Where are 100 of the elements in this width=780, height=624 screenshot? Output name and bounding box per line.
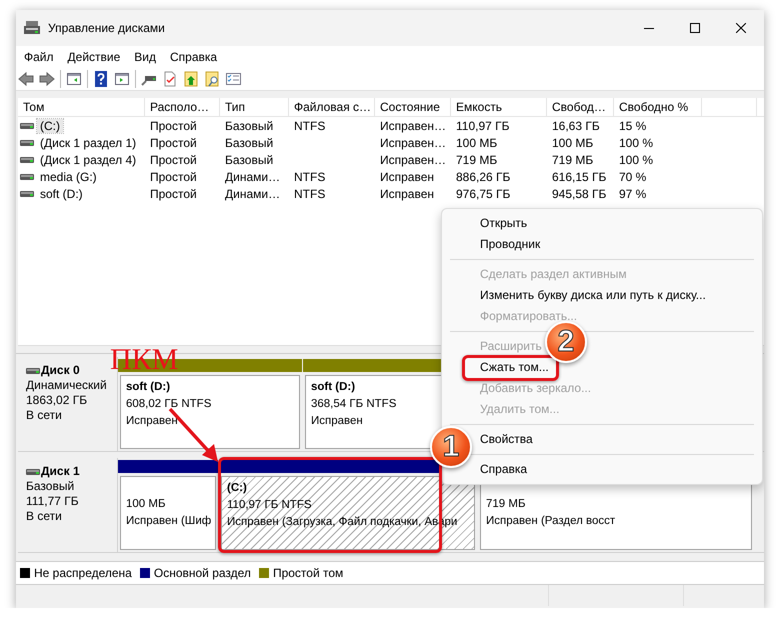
panel-icon[interactable]: [66, 71, 82, 87]
menu-item[interactable]: Сжать том...: [480, 360, 549, 375]
help-icon[interactable]: [93, 71, 109, 87]
table-cell-text: 110,97 ГБ: [455, 118, 511, 132]
menu-item[interactable]: Справка: [164, 48, 226, 66]
table-cell-text: Исправен…: [379, 118, 448, 132]
table-cell-text: Исправен…: [379, 152, 448, 166]
volume-name[interactable]: (C:): [37, 118, 63, 132]
table-cell-text: NTFS: [293, 118, 326, 132]
drive-icon: [20, 172, 34, 180]
volume-name[interactable]: (Диск 1 раздел 4): [37, 152, 140, 166]
disk-management-icon: [24, 21, 40, 35]
volume-name[interactable]: media (G:): [37, 170, 100, 184]
column-header[interactable]: Емкость: [451, 98, 547, 116]
column-header[interactable]: Свобод…: [547, 98, 614, 116]
menu-item[interactable]: Вид: [128, 48, 164, 66]
menu-item[interactable]: Проводник: [480, 237, 540, 252]
table-cell-text: 15 %: [618, 118, 648, 132]
disk-type: Базовый: [26, 479, 76, 494]
legend-label: Простой том: [272, 566, 344, 580]
table-cell-text: 719 МБ: [455, 152, 498, 166]
partition-size: 110,97 ГБ NTFS: [227, 498, 312, 513]
panel-icon[interactable]: [114, 71, 130, 87]
table-cell-text: 97 %: [618, 186, 648, 200]
table-cell-text: 16,63 ГБ: [551, 118, 601, 132]
forward-arrow-icon[interactable]: [39, 71, 55, 87]
partition-size: 719 МБ: [486, 497, 526, 512]
table-cell-text: Динами…: [224, 186, 282, 200]
partition-status: Исправен (Раздел восст: [486, 514, 616, 529]
table-cell-text: Простой: [149, 186, 198, 200]
table-cell-text: 100 %: [618, 152, 654, 166]
drive-icon: [20, 122, 34, 130]
disk-status: В сети: [26, 509, 63, 524]
partition-size: 608,02 ГБ NTFS: [126, 397, 212, 412]
table-cell-text: NTFS: [293, 186, 326, 200]
disk-name: Диск 1: [41, 464, 80, 479]
drive-icon: [20, 190, 34, 198]
disk-size: 111,77 ГБ: [26, 494, 80, 509]
volume-name[interactable]: (Диск 1 раздел 1): [37, 136, 140, 150]
partition-name: soft (D:): [311, 380, 356, 395]
partition-box[interactable]: 100 МБ Исправен (Шиф: [120, 476, 216, 550]
table-cell-text: 945,58 ГБ: [551, 186, 608, 200]
drive-icon: [26, 468, 40, 476]
table-cell-text: Простой: [149, 136, 198, 150]
close-icon: [736, 23, 746, 33]
column-header[interactable]: Файловая с…: [289, 98, 375, 116]
column-header[interactable]: Состояние: [375, 98, 451, 116]
column-header[interactable]: Свободно %: [614, 98, 702, 116]
legend-label: Не распределена: [34, 566, 132, 580]
column-header[interactable]: Тип: [220, 98, 289, 116]
drive-icon: [26, 366, 40, 374]
table-cell-text: Исправен: [379, 170, 436, 184]
partition-box[interactable]: soft (D:) 608,02 ГБ NTFS Исправен: [120, 375, 300, 449]
drive-icon: [20, 138, 34, 146]
partition-status: Исправен: [311, 414, 363, 429]
partition-size: 100 МБ: [126, 497, 166, 512]
maximize-icon: [690, 23, 700, 33]
table-cell-text: 100 %: [618, 136, 654, 150]
menu-item[interactable]: Свойства: [480, 432, 533, 447]
back-arrow-icon[interactable]: [18, 71, 34, 87]
checklist-icon[interactable]: [225, 71, 241, 87]
disk-size: 1863,02 ГБ: [26, 393, 88, 408]
table-cell-text: Базовый: [224, 118, 274, 132]
drive-icon: [20, 156, 34, 164]
document-check-icon[interactable]: [162, 71, 178, 87]
table-cell-text: Динами…: [224, 170, 282, 184]
table-cell-text: 616,15 ГБ: [551, 170, 608, 184]
partition-name: (C:): [227, 481, 247, 496]
volume-name[interactable]: soft (D:): [37, 186, 86, 200]
table-cell-text: Исправен: [379, 186, 436, 200]
column-header[interactable]: Том: [18, 98, 145, 116]
partition-status: Исправен: [126, 414, 178, 429]
table-cell-text: 886,26 ГБ: [455, 170, 512, 184]
table-cell-text: 100 МБ: [455, 136, 498, 150]
legend-label: Основной раздел: [154, 566, 251, 580]
partition-status: Исправен (Шиф: [126, 514, 212, 529]
table-cell-text: Исправен…: [379, 136, 448, 150]
menu-item[interactable]: Справка: [480, 462, 528, 477]
window-title: Управление дисками: [48, 21, 165, 35]
table-cell-text: Базовый: [224, 152, 274, 166]
partition-name: soft (D:): [126, 380, 170, 395]
menu-item[interactable]: Открыть: [480, 216, 528, 231]
partition-size: 368,54 ГБ NTFS: [311, 397, 396, 412]
menu-item[interactable]: Действие: [62, 48, 128, 66]
table-cell-text: Простой: [149, 118, 198, 132]
page-magnifier-icon[interactable]: [204, 71, 220, 87]
disk-name: Диск 0: [41, 363, 80, 378]
disk-status: В сети: [26, 408, 63, 423]
table-cell-text: Базовый: [224, 136, 274, 150]
table-cell-text: 719 МБ: [551, 152, 594, 166]
table-cell-text: 70 %: [618, 170, 648, 184]
table-cell-text: 976,75 ГБ: [455, 186, 512, 200]
menu-item[interactable]: Изменить букву диска или путь к диску...: [480, 288, 706, 303]
table-cell-text: Простой: [149, 170, 198, 184]
table-cell-text: 100 МБ: [551, 136, 594, 150]
table-cell-text: NTFS: [293, 170, 326, 184]
disk-type: Динамический: [26, 378, 108, 393]
table-cell-text: Простой: [149, 152, 198, 166]
menu-item[interactable]: Файл: [18, 48, 62, 66]
column-header[interactable]: Располо…: [145, 98, 220, 116]
